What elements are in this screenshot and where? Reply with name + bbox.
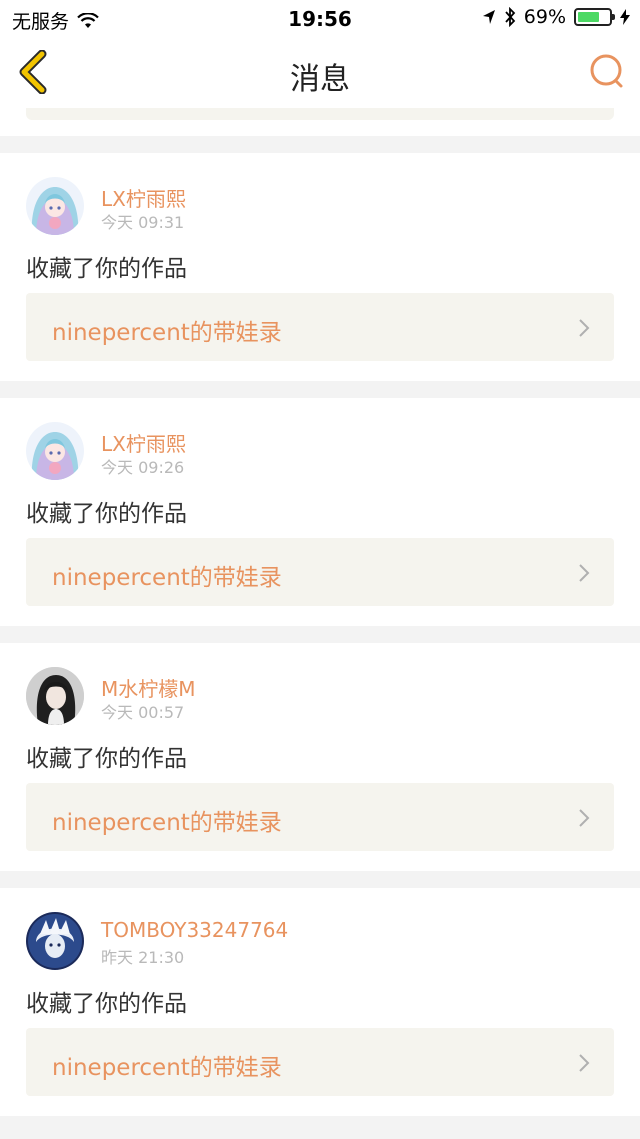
timestamp: 今天 09:26: [101, 458, 185, 477]
work-link[interactable]: ninepercent的带娃录: [26, 783, 614, 851]
avatar[interactable]: [26, 177, 84, 235]
message-card-partial: [0, 108, 640, 136]
action-text: 收藏了你的作品: [26, 746, 187, 772]
timestamp: 今天 09:31: [101, 213, 185, 232]
username[interactable]: LX柠雨熙: [101, 183, 186, 212]
avatar[interactable]: [26, 422, 84, 480]
search-button[interactable]: [588, 52, 626, 92]
page-title: 消息: [290, 62, 350, 97]
action-text: 收藏了你的作品: [26, 991, 187, 1017]
bluetooth-icon: [505, 7, 516, 27]
message-card: LX柠雨熙 今天 09:31 收藏了你的作品 ninepercent的带娃录: [0, 153, 640, 381]
username[interactable]: LX柠雨熙: [101, 428, 186, 457]
nav-bar: 消息: [0, 36, 640, 109]
search-icon: [590, 54, 623, 88]
work-link[interactable]: ninepercent的带娃录: [26, 538, 614, 606]
avatar[interactable]: [26, 912, 84, 970]
battery-icon: [574, 8, 615, 26]
timestamp: 昨天 21:30: [101, 948, 185, 967]
charging-bolt-icon: [620, 9, 630, 25]
work-title: ninepercent的带娃录: [52, 810, 282, 836]
work-title: ninepercent的带娃录: [52, 565, 282, 591]
location-arrow-icon: [482, 10, 495, 24]
work-title: ninepercent的带娃录: [52, 320, 282, 346]
chevron-right-icon: [579, 1054, 590, 1072]
work-link[interactable]: ninepercent的带娃录: [26, 293, 614, 361]
username[interactable]: TOMBOY33247764: [101, 918, 288, 942]
timestamp: 今天 00:57: [101, 703, 185, 722]
work-link-partial[interactable]: [26, 108, 614, 120]
work-title: ninepercent的带娃录: [52, 1055, 282, 1081]
chevron-right-icon: [579, 564, 590, 582]
action-text: 收藏了你的作品: [26, 256, 187, 282]
work-link[interactable]: ninepercent的带娃录: [26, 1028, 614, 1096]
username[interactable]: M水柠檬M: [101, 673, 196, 702]
battery-percent: 69%: [523, 6, 566, 28]
status-bar: 无服务 19:56 69%: [0, 0, 640, 36]
message-card: LX柠雨熙 今天 09:26 收藏了你的作品 ninepercent的带娃录: [0, 398, 640, 626]
action-text: 收藏了你的作品: [26, 501, 187, 527]
avatar[interactable]: [26, 667, 84, 725]
chevron-right-icon: [579, 319, 590, 337]
chevron-right-icon: [579, 809, 590, 827]
message-card: TOMBOY33247764 昨天 21:30 收藏了你的作品 nineperc…: [0, 888, 640, 1116]
message-card: M水柠檬M 今天 00:57 收藏了你的作品 ninepercent的带娃录: [0, 643, 640, 871]
